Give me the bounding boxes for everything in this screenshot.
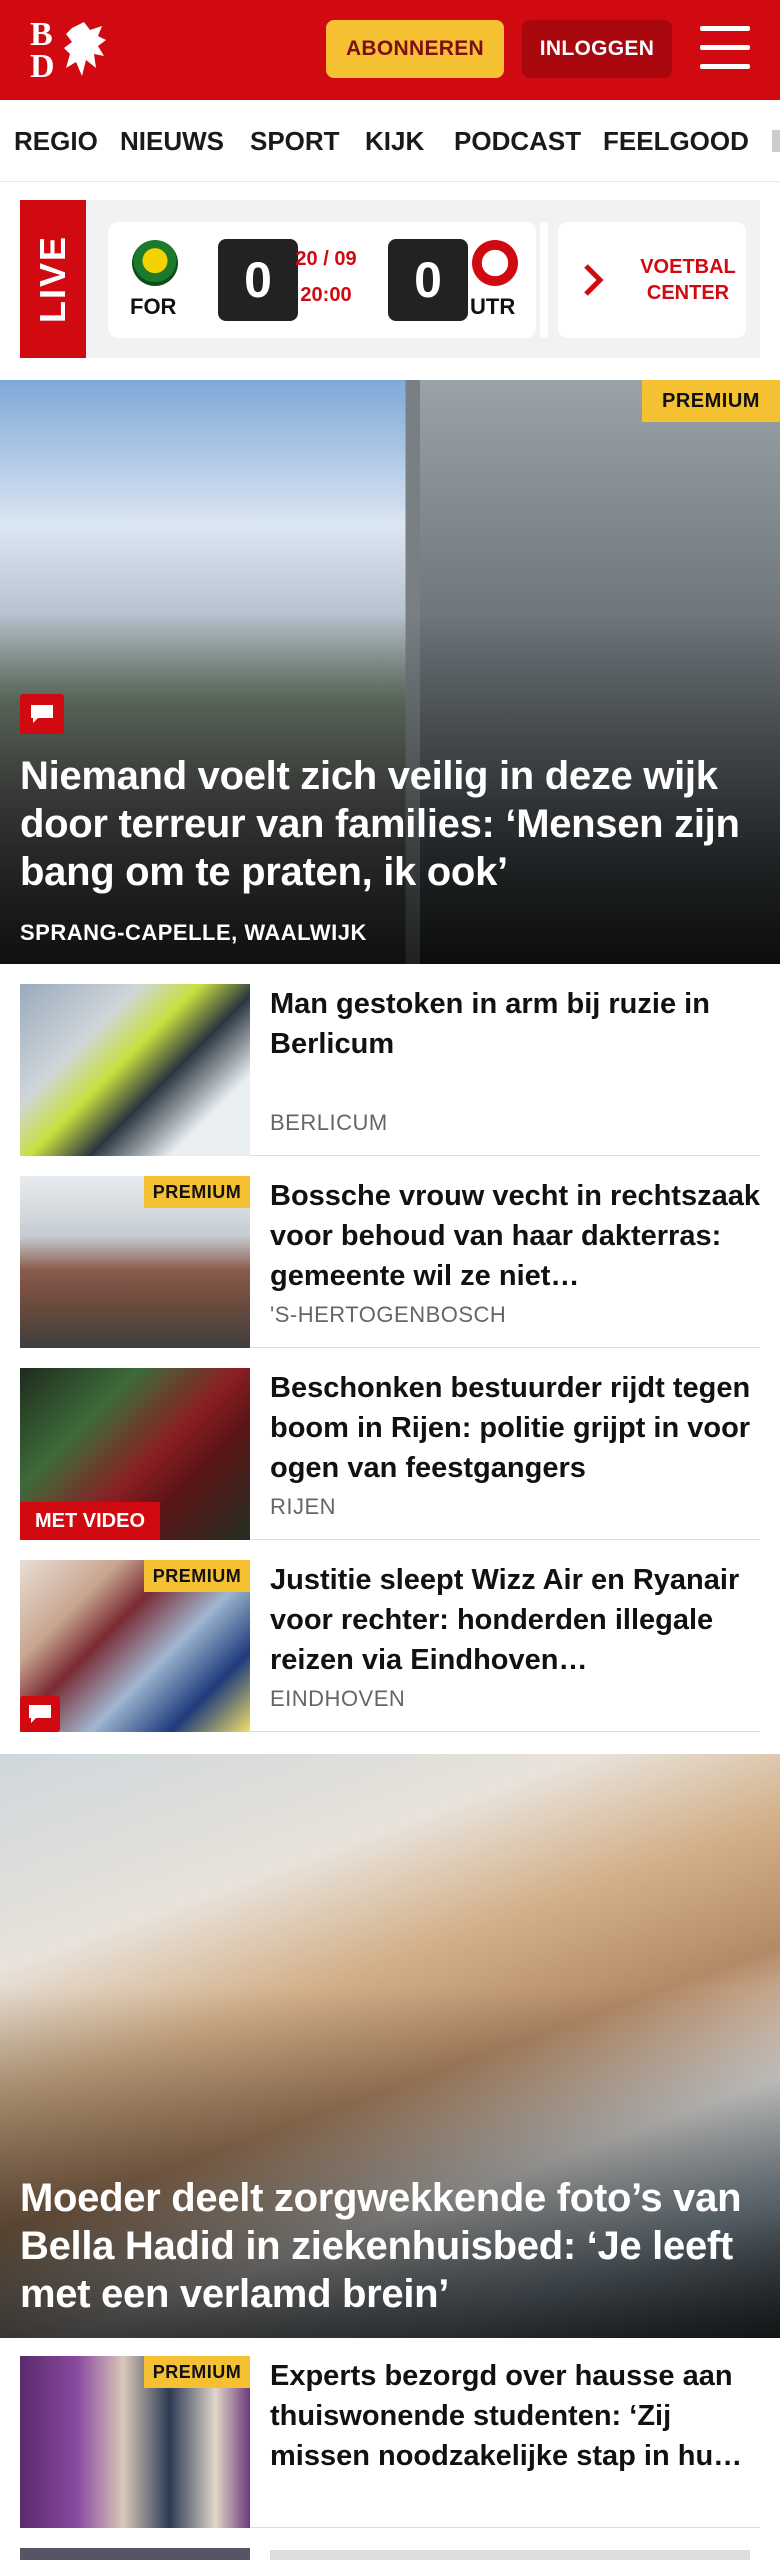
- premium-badge: PREMIUM: [144, 2356, 250, 2388]
- comment-icon: [20, 1696, 60, 1732]
- card-separator: [540, 222, 548, 338]
- article-title[interactable]: Beschonken bestuurder rijdt tegen boom i…: [270, 1368, 760, 1488]
- nav-item-sport[interactable]: SPORT: [250, 126, 340, 157]
- logo-letter-b: B: [30, 16, 53, 53]
- comment-icon: [20, 694, 64, 734]
- premium-badge: PREMIUM: [144, 1176, 250, 1208]
- list-item[interactable]: Man gestoken in arm bij ruzie in Berlicu…: [20, 984, 760, 1156]
- list-item[interactable]: PREMIUM Justitie sleept Wizz Air en Ryan…: [20, 1560, 760, 1732]
- article-location: RIJEN: [270, 1494, 337, 1519]
- match-card[interactable]: FOR 0 20 / 09 20:00 0 UTR: [108, 222, 536, 338]
- hero-article[interactable]: Moeder deelt zorgwekkende foto’s van Bel…: [0, 1754, 780, 2338]
- voetbal-center-card[interactable]: VOETBAL CENTER: [558, 222, 746, 338]
- nav-item-regio[interactable]: REGIO: [14, 126, 98, 157]
- logo-letter-d: D: [30, 48, 55, 85]
- away-score: 0: [388, 239, 468, 321]
- article-location: 'S-HERTOGENBOSCH: [270, 1302, 507, 1327]
- list-item[interactable]: PREMIUM Experts bezorgd over hausse aan …: [20, 2356, 760, 2528]
- article-title[interactable]: Justitie sleept Wizz Air en Ryanair voor…: [270, 1560, 760, 1680]
- premium-badge: PREMIUM: [144, 1560, 250, 1592]
- hero-title[interactable]: Niemand voelt zich veilig in deze wijk d…: [20, 752, 760, 896]
- article-thumbnail: PREMIUM: [20, 1560, 250, 1732]
- bd-logo[interactable]: B D: [28, 18, 112, 84]
- home-team-logo: [132, 240, 178, 286]
- nav-item-feelgood[interactable]: FEELGOOD: [603, 126, 749, 157]
- nav-item-kijk[interactable]: KIJK: [365, 126, 424, 157]
- login-button[interactable]: INLOGGEN: [522, 20, 672, 78]
- section-nav: REGIO NIEUWS SPORT KIJK PODCAST FEELGOOD: [0, 100, 780, 182]
- nav-overflow-indicator: [772, 130, 780, 152]
- chevron-right-icon: [584, 264, 604, 296]
- article-thumbnail: MET VIDEO: [20, 1368, 250, 1540]
- next-article-thumbnail: [20, 2548, 250, 2560]
- article-thumbnail: PREMIUM: [20, 2356, 250, 2528]
- list-item[interactable]: MET VIDEO Beschonken bestuurder rijdt te…: [20, 1368, 760, 1540]
- live-label: LIVE: [20, 200, 86, 358]
- match-time: 20:00: [300, 284, 352, 306]
- next-article-title-peek: [270, 2550, 750, 2560]
- article-location: BERLICUM: [270, 1110, 388, 1135]
- hero-title[interactable]: Moeder deelt zorgwekkende foto’s van Bel…: [20, 2174, 760, 2318]
- hero-article[interactable]: PREMIUM Niemand voelt zich veilig in dez…: [0, 380, 780, 964]
- article-thumbnail: PREMIUM: [20, 1176, 250, 1348]
- article-title[interactable]: Man gestoken in arm bij ruzie in Berlicu…: [270, 984, 760, 1064]
- nav-item-nieuws[interactable]: NIEUWS: [120, 126, 224, 157]
- nav-item-podcast[interactable]: PODCAST: [454, 126, 581, 157]
- hamburger-menu-icon[interactable]: [700, 26, 750, 70]
- match-date: 20 / 09: [295, 248, 357, 270]
- subscribe-button[interactable]: ABONNEREN: [326, 20, 504, 78]
- home-team-code: FOR: [130, 294, 177, 319]
- premium-badge: PREMIUM: [642, 380, 780, 422]
- article-location: EINDHOVEN: [270, 1686, 406, 1711]
- article-title[interactable]: Bossche vrouw vecht in rechtszaak voor b…: [270, 1176, 760, 1296]
- article-title[interactable]: Experts bezorgd over hausse aan thuiswon…: [270, 2356, 760, 2476]
- away-team-logo: [472, 240, 518, 286]
- live-scores-strip: LIVE FOR 0 20 / 09 20:00 0 UTR VOETBAL CE…: [20, 200, 760, 358]
- list-item[interactable]: PREMIUM Bossche vrouw vecht in rechtszaa…: [20, 1176, 760, 1348]
- hero-location: SPRANG-CAPELLE, WAALWIJK: [20, 920, 367, 945]
- site-header: B D ABONNEREN INLOGGEN: [0, 0, 780, 100]
- voetbal-center-link[interactable]: VOETBAL CENTER: [638, 222, 738, 338]
- article-thumbnail: [20, 984, 250, 1156]
- away-team-code: UTR: [470, 294, 516, 319]
- video-badge: MET VIDEO: [20, 1502, 160, 1540]
- dragon-icon: [64, 22, 106, 76]
